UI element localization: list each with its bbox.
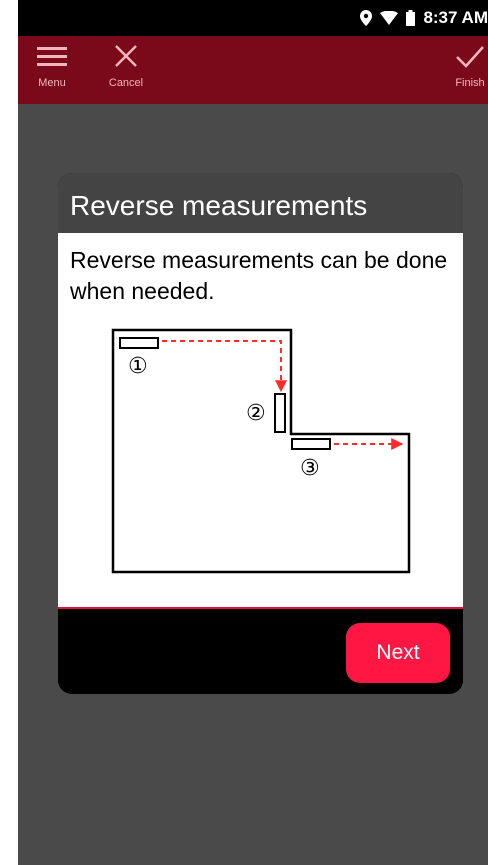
device-position-1	[119, 337, 159, 349]
room-outline	[111, 328, 411, 574]
location-icon	[360, 10, 373, 26]
dialog-title: Reverse measurements	[70, 190, 368, 221]
wifi-icon	[380, 11, 399, 25]
menu-label: Menu	[38, 77, 66, 89]
top-toolbar: Menu Cancel Finish	[18, 36, 488, 104]
dialog-footer: Next	[58, 609, 463, 694]
device-screen: 8:37 AM Menu Cancel Finish Reverse measu…	[18, 0, 488, 865]
cancel-label: Cancel	[108, 77, 144, 89]
room-diagram: ① ② ③	[111, 328, 411, 574]
step-marker-1: ①	[128, 354, 148, 379]
menu-button[interactable]: Menu	[32, 44, 72, 102]
device-position-2	[274, 393, 286, 433]
next-button[interactable]: Next	[346, 623, 450, 683]
status-bar: 8:37 AM	[18, 0, 488, 36]
close-icon	[114, 44, 138, 73]
status-icons: 8:37 AM	[360, 0, 488, 36]
checkmark-icon	[455, 44, 485, 73]
measurement-arrow-1	[162, 340, 287, 393]
hamburger-icon	[37, 44, 67, 73]
dialog-header: Reverse measurements	[58, 173, 463, 233]
reverse-measurements-dialog: Reverse measurements Reverse measurement…	[58, 173, 463, 694]
cancel-button[interactable]: Cancel	[104, 44, 148, 102]
finish-label: Finish	[455, 77, 485, 89]
step-marker-3: ③	[300, 456, 320, 481]
battery-icon	[406, 10, 416, 26]
finish-button[interactable]: Finish	[452, 44, 488, 102]
device-position-3	[291, 438, 331, 450]
dialog-body: Reverse measurements can be done when ne…	[58, 233, 463, 609]
step-marker-2: ②	[246, 401, 266, 426]
status-time: 8:37 AM	[423, 8, 488, 27]
